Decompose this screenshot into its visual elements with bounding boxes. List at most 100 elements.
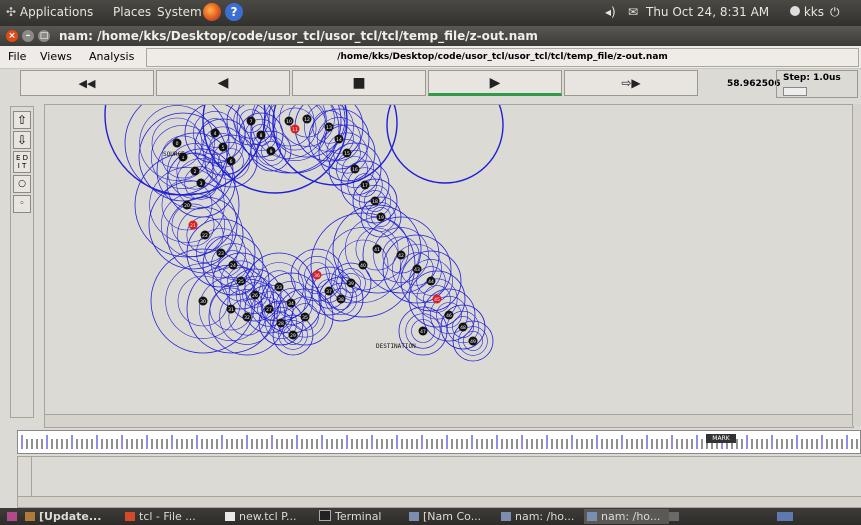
node-number: 0: [176, 141, 179, 147]
network-node[interactable]: 45: [432, 294, 442, 304]
rewind-icon: ◀◀: [78, 77, 96, 90]
network-node[interactable]: 43: [412, 264, 422, 274]
task-terminal[interactable]: Terminal: [316, 509, 403, 524]
network-node[interactable]: 3: [196, 178, 206, 188]
task-nam-2[interactable]: nam: /ho...: [584, 509, 669, 524]
node-number: 20: [184, 203, 190, 209]
network-node[interactable]: 24: [228, 260, 238, 270]
task-nam-console[interactable]: [Nam Co...: [406, 509, 495, 524]
zoom-in-button[interactable]: ⇧: [13, 111, 31, 129]
node-number: 49: [470, 339, 476, 345]
network-node[interactable]: 39: [346, 278, 356, 288]
network-node[interactable]: 33: [274, 282, 284, 292]
network-node[interactable]: 18: [370, 196, 380, 206]
network-node[interactable]: 8: [256, 130, 266, 140]
volume-icon[interactable]: ◂): [605, 5, 616, 19]
network-node[interactable]: 4: [210, 128, 220, 138]
step-control[interactable]: Step: 1.0us: [776, 70, 858, 98]
network-node[interactable]: 35: [300, 312, 310, 322]
play-button[interactable]: ▶: [428, 70, 562, 96]
network-node[interactable]: 25: [236, 276, 246, 286]
task-tcl-file[interactable]: tcl - File ...: [122, 509, 221, 524]
mail-icon[interactable]: ✉: [628, 5, 638, 19]
network-node[interactable]: 38: [336, 294, 346, 304]
network-node[interactable]: 41: [372, 244, 382, 254]
shutdown-icon[interactable]: ⏻: [830, 5, 840, 20]
canvas-vertical-scrollbar[interactable]: [852, 104, 861, 426]
menu-analysis[interactable]: Analysis: [89, 50, 134, 63]
network-node[interactable]: 14: [334, 134, 344, 144]
menu-file[interactable]: File: [8, 50, 26, 63]
timeline-marker[interactable]: MARK: [706, 434, 736, 443]
network-node[interactable]: 37: [324, 286, 334, 296]
fast-forward-button[interactable]: ⇨▶: [564, 70, 698, 96]
network-node[interactable]: 13: [324, 122, 334, 132]
network-node[interactable]: 27: [264, 304, 274, 314]
network-node[interactable]: 29: [288, 330, 298, 340]
node-number: 2: [194, 169, 197, 175]
close-window-button[interactable]: ×: [6, 30, 18, 42]
task-update[interactable]: [Update...: [22, 509, 123, 524]
firefox-icon[interactable]: [203, 3, 221, 21]
user-menu[interactable]: kks: [790, 5, 824, 19]
network-node[interactable]: 36: [312, 270, 322, 280]
network-node[interactable]: 23: [216, 248, 226, 258]
network-node[interactable]: 47: [418, 326, 428, 336]
system-menu[interactable]: System: [157, 5, 202, 19]
network-node[interactable]: 0: [172, 138, 182, 148]
clock[interactable]: Thu Oct 24, 8:31 AM: [646, 5, 769, 19]
network-node[interactable]: 44: [426, 276, 436, 286]
network-node[interactable]: 17: [360, 180, 370, 190]
step-slider[interactable]: [783, 87, 807, 96]
network-node[interactable]: 34: [286, 298, 296, 308]
network-node[interactable]: 42: [396, 250, 406, 260]
network-node[interactable]: 46: [444, 310, 454, 320]
network-node[interactable]: 31: [226, 304, 236, 314]
slider-handle-top[interactable]: ○: [13, 175, 31, 193]
task-nam-1[interactable]: nam: /ho...: [498, 509, 585, 524]
applications-menu[interactable]: ✣ Applications: [6, 5, 93, 19]
menu-views[interactable]: Views: [40, 50, 72, 63]
network-node[interactable]: 11: [290, 124, 300, 134]
network-node[interactable]: 26: [250, 290, 260, 300]
network-node[interactable]: 5: [218, 142, 228, 152]
slider-handle-bottom[interactable]: ◦: [13, 195, 31, 213]
minimize-window-button[interactable]: –: [22, 30, 34, 42]
network-node[interactable]: 49: [468, 336, 478, 346]
network-node[interactable]: 21: [188, 220, 198, 230]
network-node[interactable]: 32: [242, 312, 252, 322]
network-node[interactable]: 2: [190, 166, 200, 176]
network-node[interactable]: 9: [266, 146, 276, 156]
network-node[interactable]: 22: [200, 230, 210, 240]
network-node[interactable]: 6: [226, 156, 236, 166]
canvas-horizontal-scrollbar[interactable]: [44, 414, 854, 428]
network-node[interactable]: 20: [182, 200, 192, 210]
step-back-button[interactable]: ◀: [156, 70, 290, 96]
monitor-panel-sidebar[interactable]: [17, 456, 32, 496]
network-canvas[interactable]: 0 1 2 3 4 5 6 7 8 9 10 11 12 13 14 15 16 17 18 19 20 21 22 23 24…: [44, 34, 854, 416]
stop-button[interactable]: ■: [292, 70, 426, 96]
network-node[interactable]: 7: [246, 116, 256, 126]
zoom-out-button[interactable]: ⇩: [13, 131, 31, 149]
help-icon[interactable]: ?: [225, 3, 243, 21]
show-desktop-button[interactable]: [4, 509, 23, 524]
network-node[interactable]: 30: [198, 296, 208, 306]
places-menu[interactable]: Places: [113, 5, 151, 19]
monitor-horizontal-scrollbar[interactable]: [17, 496, 861, 508]
network-node[interactable]: 40: [358, 260, 368, 270]
network-node[interactable]: 28: [276, 318, 286, 328]
edit-button[interactable]: E D I T: [13, 151, 31, 173]
network-node[interactable]: 12: [302, 114, 312, 124]
network-node[interactable]: 15: [342, 148, 352, 158]
network-node[interactable]: 19: [376, 212, 386, 222]
window-titlebar[interactable]: × – □ nam: /home/kks/Desktop/code/usor_t…: [0, 26, 861, 46]
rewind-button[interactable]: ◀◀: [20, 70, 154, 96]
maximize-window-button[interactable]: □: [38, 30, 50, 42]
task-extra[interactable]: [666, 509, 685, 524]
workspace-switcher[interactable]: [774, 509, 801, 524]
network-node[interactable]: 16: [350, 164, 360, 174]
node-number: 25: [238, 279, 244, 285]
network-node[interactable]: 48: [458, 322, 468, 332]
task-new-tcl[interactable]: new.tcl P...: [222, 509, 317, 524]
network-node[interactable]: 10: [284, 116, 294, 126]
